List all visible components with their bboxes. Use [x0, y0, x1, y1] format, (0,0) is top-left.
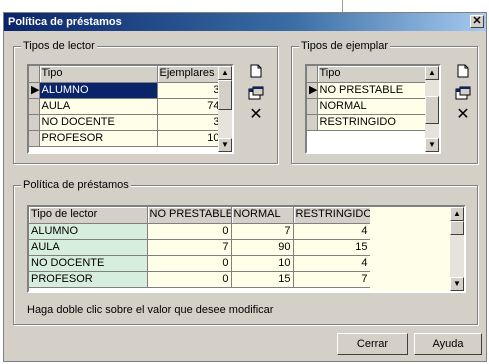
cell-lector: AULA [29, 239, 148, 256]
cell-no-prestable[interactable]: 0 [147, 223, 232, 240]
table-row[interactable]: AULA 74 [29, 98, 223, 115]
scroll-down-icon[interactable]: ▼ [450, 277, 464, 291]
politica-label: Política de préstamos [21, 179, 131, 192]
table-row[interactable]: ▶ ALUMNO 3 [29, 82, 223, 99]
ayuda-button[interactable]: Ayuda [414, 333, 482, 355]
scroll-thumb[interactable] [450, 221, 464, 235]
delete-x-icon[interactable]: ✕ [455, 107, 471, 123]
scroll-thumb[interactable] [425, 96, 439, 124]
table-row[interactable]: ▶ NO PRESTABLE [307, 82, 430, 99]
column-header-tipo-lector[interactable]: Tipo de lector [29, 207, 148, 224]
tipos-lector-scrollbar[interactable]: ▲ ▼ [218, 66, 232, 152]
tipos-lector-group: Tipos de lector Tipo Ejemplares ▶ ALUMNO… [13, 40, 278, 164]
tipos-lector-grid[interactable]: Tipo Ejemplares ▶ ALUMNO 3 AULA 74 NO DO… [27, 64, 234, 154]
tipos-ejemplar-group: Tipos de ejemplar Tipo ▶ NO PRESTABLE NO… [291, 40, 478, 164]
edit-properties-icon[interactable] [248, 86, 264, 102]
cell-tipo[interactable]: RESTRINGIDO [317, 114, 430, 131]
politica-group: Política de préstamos Tipo de lector NO … [13, 179, 478, 325]
column-header-restringido[interactable]: RESTRINGIDO [293, 207, 371, 224]
row-pointer-icon: ▶ [307, 82, 318, 99]
cerrar-button[interactable]: Cerrar [337, 333, 408, 355]
table-row[interactable]: ALUMNO 0 7 4 [29, 223, 371, 240]
cell-lector: ALUMNO [29, 223, 148, 240]
window-edge-line [342, 0, 343, 12]
cell-tipo[interactable]: AULA [39, 98, 158, 115]
cell-tipo[interactable]: PROFESOR [39, 130, 158, 147]
cell-ejemplares[interactable]: 3 [157, 114, 223, 131]
table-row[interactable]: NO DOCENTE 3 [29, 114, 223, 131]
cell-no-prestable[interactable]: 0 [147, 255, 232, 272]
column-header-tipo[interactable]: Tipo [39, 66, 158, 83]
grid-header-row: Tipo de lector NO PRESTABLE NORMAL RESTR… [29, 207, 371, 224]
column-header-no-prestable[interactable]: NO PRESTABLE [147, 207, 232, 224]
cell-lector: PROFESOR [29, 271, 148, 288]
cell-ejemplares[interactable]: 74 [157, 98, 223, 115]
table-row[interactable]: RESTRINGIDO [307, 114, 430, 131]
column-header-normal[interactable]: NORMAL [231, 207, 294, 224]
tipos-ejemplar-label: Tipos de ejemplar [299, 40, 391, 53]
close-icon: ✕ [472, 15, 482, 27]
scroll-up-icon[interactable]: ▲ [218, 66, 232, 80]
scroll-down-icon[interactable]: ▼ [218, 138, 232, 152]
cell-lector: NO DOCENTE [29, 255, 148, 272]
row-indicator [29, 130, 40, 147]
grid-header-row: Tipo Ejemplares [29, 66, 223, 83]
cell-tipo[interactable]: NORMAL [317, 98, 430, 115]
cell-normal[interactable]: 10 [231, 255, 294, 272]
table-row[interactable]: NORMAL [307, 98, 430, 115]
cell-tipo[interactable]: NO PRESTABLE [317, 82, 430, 99]
cell-tipo[interactable]: ALUMNO [39, 82, 158, 99]
new-document-icon[interactable] [455, 64, 471, 80]
row-indicator [307, 114, 318, 131]
cell-tipo[interactable]: NO DOCENTE [39, 114, 158, 131]
header-corner [29, 66, 40, 83]
table-row[interactable]: PROFESOR 10 [29, 130, 223, 147]
cell-normal[interactable]: 15 [231, 271, 294, 288]
new-document-icon[interactable] [248, 64, 264, 80]
window-title: Política de préstamos [8, 16, 122, 28]
cell-restringido[interactable]: 4 [293, 255, 371, 272]
cell-normal[interactable]: 7 [231, 223, 294, 240]
column-header-ejemplares[interactable]: Ejemplares [157, 66, 223, 83]
table-row[interactable]: NO DOCENTE 0 10 4 [29, 255, 371, 272]
close-button[interactable]: ✕ [470, 15, 484, 28]
title-bar: Política de préstamos ✕ [4, 13, 486, 31]
tipos-lector-label: Tipos de lector [21, 40, 97, 53]
table-row[interactable]: PROFESOR 0 15 7 [29, 271, 371, 288]
delete-x-icon[interactable]: ✕ [248, 107, 264, 123]
dialog-window: Política de préstamos ✕ Tipos de lector … [3, 12, 487, 362]
scroll-down-icon[interactable]: ▼ [425, 138, 439, 152]
row-indicator [29, 98, 40, 115]
grid-empty-area [370, 207, 452, 291]
scroll-up-icon[interactable]: ▲ [450, 207, 464, 221]
scroll-thumb[interactable] [218, 80, 232, 110]
cell-ejemplares[interactable]: 3 [157, 82, 223, 99]
cell-restringido[interactable]: 15 [293, 239, 371, 256]
cell-normal[interactable]: 90 [231, 239, 294, 256]
cell-restringido[interactable]: 4 [293, 223, 371, 240]
scroll-up-icon[interactable]: ▲ [425, 66, 439, 80]
grid-header-row: Tipo [307, 66, 430, 83]
tipos-ejemplar-grid[interactable]: Tipo ▶ NO PRESTABLE NORMAL RESTRINGIDO ▲ [305, 64, 441, 154]
cell-no-prestable[interactable]: 7 [147, 239, 232, 256]
header-corner [307, 66, 318, 83]
cell-ejemplares[interactable]: 10 [157, 130, 223, 147]
row-indicator [29, 114, 40, 131]
politica-scrollbar[interactable]: ▲ ▼ [450, 207, 464, 291]
table-row[interactable]: AULA 7 90 15 [29, 239, 371, 256]
column-header-tipo[interactable]: Tipo [317, 66, 430, 83]
edit-properties-icon[interactable] [455, 86, 471, 102]
row-pointer-icon: ▶ [29, 82, 40, 99]
edit-hint-text: Haga doble clic sobre el valor que desee… [27, 304, 274, 316]
tipos-ejemplar-scrollbar[interactable]: ▲ ▼ [425, 66, 439, 152]
cell-no-prestable[interactable]: 0 [147, 271, 232, 288]
row-indicator [307, 98, 318, 115]
politica-grid[interactable]: Tipo de lector NO PRESTABLE NORMAL RESTR… [27, 205, 466, 293]
cell-restringido[interactable]: 7 [293, 271, 371, 288]
